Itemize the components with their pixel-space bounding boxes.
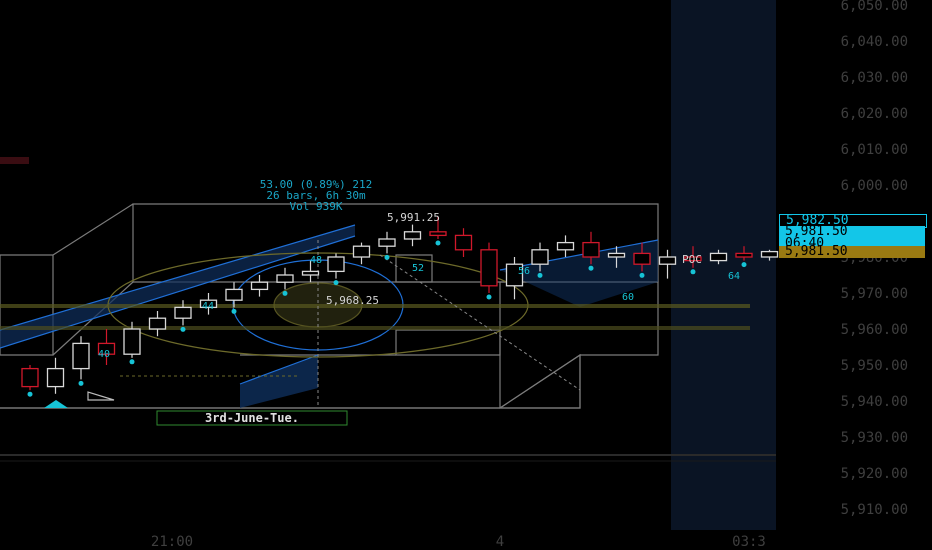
price-axis-label: 6,010.00 (841, 142, 908, 158)
bar-number: 52 (412, 263, 424, 274)
cyan-marker (27, 391, 33, 397)
candle-body (250, 281, 269, 291)
price-axis-label: 5,940.00 (841, 394, 908, 410)
cyan-marker (180, 326, 186, 332)
candle-body (556, 241, 575, 251)
time-label-4: 4 (496, 534, 504, 550)
bar-number: 48 (310, 255, 322, 266)
cyan-marker (333, 280, 339, 286)
time-label-0330: 03:3 (732, 534, 766, 550)
price-axis-label: 6,030.00 (841, 70, 908, 86)
cyan-marker (282, 290, 288, 296)
chart-root: 53.00 (0.89%) 212 26 bars, 6h 30m Vol 93… (0, 0, 932, 550)
time-label-2100: 21:00 (151, 534, 193, 550)
candle-body (301, 270, 320, 276)
session-label: 3rd-June-Tue. (205, 411, 299, 425)
price-axis-label: 5,960.00 (841, 322, 908, 338)
cyan-marker (129, 359, 135, 365)
cyan-marker (384, 254, 390, 260)
candle-body (531, 249, 549, 265)
price-axis-label: 6,020.00 (841, 106, 908, 122)
candle-body (225, 288, 243, 301)
low-label: 5,968.25 (326, 294, 379, 307)
candle-body (123, 328, 141, 355)
candle-body (760, 250, 779, 258)
candle-body (403, 231, 422, 240)
price-axis-label: 5,930.00 (841, 430, 908, 446)
bar-number: 56 (518, 266, 530, 277)
ruler-icon[interactable] (87, 391, 115, 401)
bar-number: 64 (728, 271, 740, 282)
price-axis-label: 5,920.00 (841, 466, 908, 482)
candle-body (480, 249, 498, 287)
triangle-marker (44, 400, 68, 408)
yellow-levels (0, 304, 750, 330)
candle-body (454, 234, 473, 251)
candle-body (735, 252, 753, 258)
candle-body (378, 238, 396, 247)
candle-body (658, 256, 677, 265)
red-marker (0, 157, 29, 164)
cyan-marker (639, 272, 645, 278)
candle-body (148, 317, 167, 330)
candle-body (276, 274, 294, 283)
candle-body (709, 252, 728, 262)
bar-number: 44 (202, 301, 214, 312)
poc-label: POC (682, 253, 702, 266)
price-axis-label: 5,910.00 (841, 502, 908, 518)
measure-line-3: Vol 939K (290, 200, 343, 213)
price-axis-label: 6,000.00 (841, 178, 908, 194)
candle-body (429, 231, 447, 237)
price-axis-label: 6,040.00 (841, 34, 908, 50)
cyan-marker (588, 265, 594, 271)
candle-body (633, 252, 651, 265)
cyan-marker (231, 308, 237, 314)
cyan-marker (537, 272, 543, 278)
price-axis-label: 5,970.00 (841, 286, 908, 302)
bar-number: 60 (622, 292, 634, 303)
bar-number: 40 (98, 349, 110, 360)
cyan-marker (78, 380, 84, 386)
high-label: 5,991.25 (387, 211, 440, 224)
candle-body (582, 241, 600, 258)
candle-body (46, 367, 65, 388)
chart-canvas[interactable]: 53.00 (0.89%) 212 26 bars, 6h 30m Vol 93… (0, 0, 932, 550)
price-axis-label: 5,950.00 (841, 358, 908, 374)
cyan-marker (690, 269, 696, 275)
candle-body (72, 342, 90, 370)
candle-body (21, 367, 39, 388)
price-axis-label: 6,050.00 (841, 0, 908, 14)
candle-body (352, 245, 371, 258)
price-axis[interactable]: 6,050.00 6,040.00 6,030.00 6,020.00 6,010.00… (841, 0, 908, 518)
cyan-marker (435, 240, 441, 246)
price-tag-gold: 5,981.50 (779, 245, 925, 258)
candle-body (327, 256, 345, 273)
cyan-marker (486, 294, 492, 300)
candle-body (174, 306, 192, 319)
candle-body (607, 252, 626, 258)
cyan-marker (741, 262, 747, 268)
